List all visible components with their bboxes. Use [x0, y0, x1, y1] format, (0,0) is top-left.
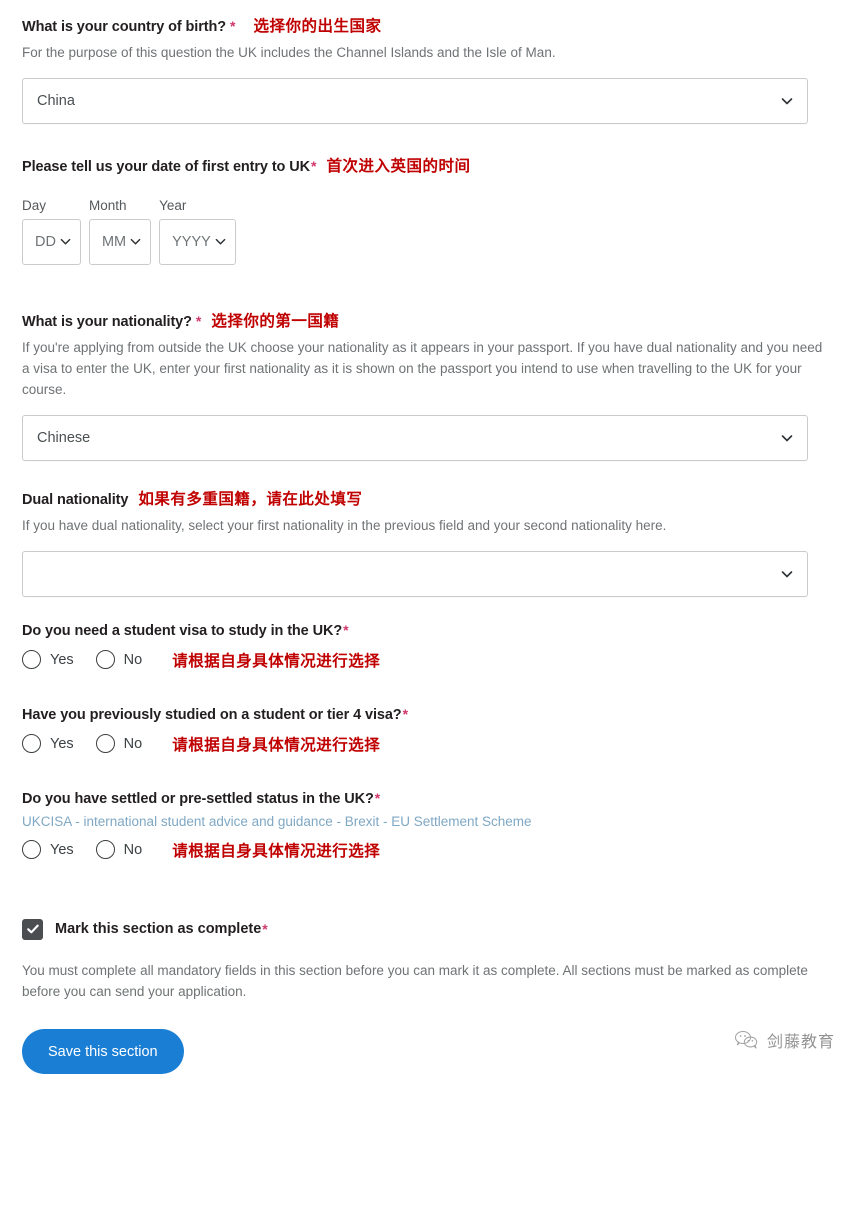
field-settled-status: Do you have settled or pre-settled statu… — [22, 791, 833, 861]
required-asterisk: * — [343, 621, 349, 638]
country-of-birth-annotation: 选择你的出生国家 — [253, 18, 382, 35]
chevron-down-icon — [60, 236, 72, 248]
month-select[interactable]: MM — [88, 218, 152, 265]
student-visa-options: Yes No 请根据自身具体情况进行选择 — [22, 649, 833, 671]
required-asterisk: * — [195, 312, 202, 329]
option-label: No — [123, 841, 143, 858]
settled-status-option-yes[interactable]: Yes — [22, 840, 74, 860]
date-day-group: Day DD — [22, 198, 81, 265]
field-previous-study-visa: Have you previously studied on a student… — [22, 707, 833, 755]
dual-nationality-select[interactable] — [22, 550, 808, 597]
country-of-birth-heading: What is your country of birth? * 选择你的出生国… — [22, 14, 833, 36]
student-visa-label: Do you need a student visa to study in t… — [22, 622, 343, 639]
radio-circle-icon[interactable] — [22, 650, 41, 670]
chevron-down-icon — [215, 236, 227, 248]
previous-study-visa-option-yes[interactable]: Yes — [22, 734, 74, 754]
country-of-birth-select[interactable]: China — [22, 77, 808, 124]
mark-complete-row[interactable]: Mark this section as complete * — [22, 918, 833, 940]
watermark: 剑藤教育 — [734, 1028, 835, 1052]
settled-status-option-no[interactable]: No — [95, 840, 143, 860]
first-entry-date-heading: Please tell us your date of first entry … — [22, 154, 833, 176]
field-dual-nationality: Dual nationality 如果有多重国籍，请在此处填写 If you h… — [22, 487, 833, 597]
nationality-select[interactable]: Chinese — [22, 414, 808, 461]
option-label: Yes — [50, 735, 74, 752]
nationality-heading: What is your nationality? * 选择你的第一国籍 — [22, 309, 833, 331]
month-value: MM — [101, 233, 127, 250]
nationality-label: What is your nationality? — [22, 313, 192, 330]
nationality-annotation: 选择你的第一国籍 — [211, 312, 340, 330]
section-complete-note: You must complete all mandatory fields i… — [22, 962, 808, 1000]
year-select[interactable]: YYYY — [159, 218, 236, 265]
dual-nationality-helper: If you have dual nationality, select you… — [22, 517, 667, 533]
year-value: YYYY — [172, 233, 211, 250]
country-of-birth-value: China — [37, 92, 75, 109]
previous-study-visa-label: Have you previously studied on a student… — [22, 706, 402, 723]
month-legend: Month — [88, 197, 127, 213]
required-asterisk: * — [402, 705, 409, 722]
previous-study-visa-options: Yes No 请根据自身具体情况进行选择 — [22, 733, 833, 755]
previous-study-visa-annotation: 请根据自身具体情况进行选择 — [172, 736, 381, 754]
ukcisa-guidance-link[interactable]: UKCISA - international student advice an… — [22, 814, 833, 829]
required-asterisk: * — [311, 157, 317, 174]
option-label: Yes — [50, 651, 74, 668]
chevron-down-icon — [781, 568, 793, 580]
day-value: DD — [35, 233, 56, 250]
watermark-text: 剑藤教育 — [766, 1034, 835, 1052]
student-visa-option-no[interactable]: No — [95, 650, 143, 670]
chevron-down-icon — [781, 432, 793, 444]
radio-circle-icon[interactable] — [22, 734, 41, 754]
checkbox-checked-icon[interactable] — [22, 918, 43, 940]
application-form-page: What is your country of birth? * 选择你的出生国… — [0, 14, 855, 1075]
settled-status-options: Yes No 请根据自身具体情况进行选择 — [22, 839, 833, 861]
dual-nationality-heading: Dual nationality 如果有多重国籍，请在此处填写 — [22, 487, 833, 509]
date-month-group: Month MM — [88, 197, 152, 265]
radio-circle-icon[interactable] — [22, 840, 41, 860]
mark-complete-label: Mark this section as complete — [55, 921, 262, 938]
required-asterisk: * — [262, 921, 268, 938]
chevron-down-icon — [781, 95, 793, 107]
first-entry-date-annotation: 首次进入英国的时间 — [326, 157, 471, 175]
wechat-logo-icon — [734, 1029, 760, 1051]
field-student-visa: Do you need a student visa to study in t… — [22, 623, 833, 671]
day-select[interactable]: DD — [22, 218, 81, 265]
student-visa-annotation: 请根据自身具体情况进行选择 — [172, 652, 381, 670]
date-year-group: Year YYYY — [159, 198, 236, 265]
settled-status-annotation: 请根据自身具体情况进行选择 — [172, 842, 381, 860]
settled-status-label: Do you have settled or pre-settled statu… — [22, 790, 374, 807]
country-of-birth-helper: For the purpose of this question the UK … — [22, 45, 556, 60]
first-entry-date-label: Please tell us your date of first entry … — [22, 158, 310, 175]
chevron-down-icon — [130, 236, 142, 248]
nationality-helper: If you're applying from outside the UK c… — [22, 339, 823, 397]
field-nationality: What is your nationality? * 选择你的第一国籍 If … — [22, 309, 833, 461]
previous-study-visa-heading: Have you previously studied on a student… — [22, 707, 833, 723]
student-visa-heading: Do you need a student visa to study in t… — [22, 623, 833, 639]
student-visa-option-yes[interactable]: Yes — [22, 650, 74, 670]
radio-circle-icon[interactable] — [95, 734, 115, 754]
required-asterisk: * — [374, 789, 381, 806]
dual-nationality-annotation: 如果有多重国籍，请在此处填写 — [138, 490, 363, 508]
country-of-birth-label: What is your country of birth? — [22, 19, 227, 35]
radio-circle-icon[interactable] — [95, 840, 115, 860]
previous-study-visa-option-no[interactable]: No — [95, 734, 143, 754]
day-legend: Day — [22, 197, 47, 213]
field-country-of-birth: What is your country of birth? * 选择你的出生国… — [22, 14, 833, 124]
field-first-entry-date: Please tell us your date of first entry … — [22, 154, 833, 265]
option-label: No — [123, 735, 143, 752]
option-label: Yes — [50, 841, 74, 858]
year-legend: Year — [159, 197, 187, 213]
nationality-value: Chinese — [37, 429, 91, 446]
required-asterisk: * — [230, 18, 236, 34]
save-this-section-button[interactable]: Save this section — [22, 1029, 184, 1075]
option-label: No — [123, 651, 143, 668]
section-complete-block: Mark this section as complete * You must… — [22, 918, 833, 1075]
settled-status-heading: Do you have settled or pre-settled statu… — [22, 791, 833, 807]
radio-circle-icon[interactable] — [95, 650, 115, 670]
dual-nationality-label: Dual nationality — [22, 491, 129, 508]
date-input-group: Day DD Month MM Year YYYY — [22, 198, 833, 265]
